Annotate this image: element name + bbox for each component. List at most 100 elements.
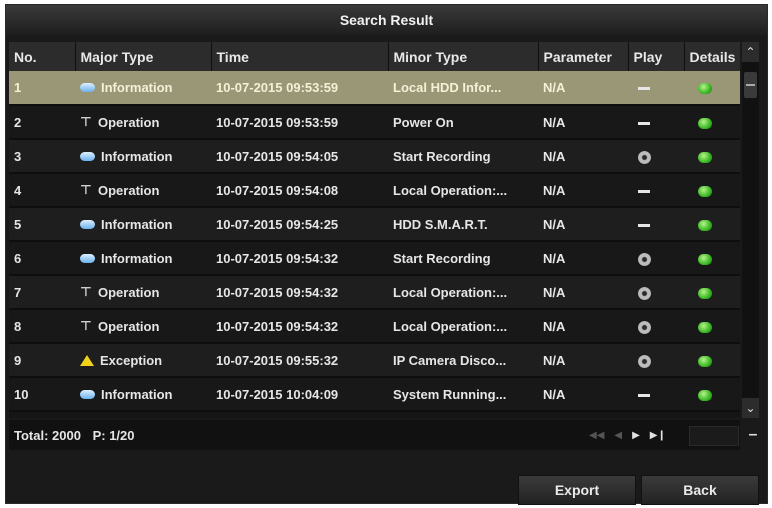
column-header-play[interactable]: Play — [628, 42, 685, 71]
table-row[interactable]: 3 Information 10-07-2015 09:54:05 Start Rec… — [9, 139, 740, 174]
cell-time: 10-07-2015 09:54:32 — [211, 241, 388, 276]
cell-time: 10-07-2015 09:54:32 — [211, 275, 388, 310]
cell-details — [684, 71, 740, 106]
major-type-label: Operation — [98, 182, 160, 198]
details-icon[interactable] — [698, 185, 712, 197]
table-row[interactable]: 6 Information 10-07-2015 09:54:32 Start Rec… — [9, 241, 740, 276]
play-camera-icon[interactable] — [638, 354, 651, 368]
cell-minor-type: System Running... — [388, 377, 538, 412]
cell-details — [684, 241, 740, 276]
column-header-no[interactable]: No. — [9, 42, 76, 71]
major-type-label: Operation — [98, 318, 160, 334]
details-icon[interactable] — [698, 83, 712, 95]
cell-time: 10-07-2015 09:55:32 — [211, 343, 388, 378]
cell-no: 4 — [9, 173, 75, 208]
play-camera-icon[interactable] — [638, 286, 651, 300]
next-page-icon[interactable]: ▶ — [632, 430, 640, 441]
details-icon[interactable] — [698, 287, 712, 299]
cell-parameter: N/A — [538, 241, 628, 276]
cell-parameter: N/A — [538, 71, 628, 106]
cell-time: 10-07-2015 09:53:59 — [211, 71, 388, 106]
cell-no: 1 — [9, 71, 75, 106]
cell-details — [684, 343, 740, 378]
table-row[interactable]: 9 Exception 10-07-2015 09:55:32 IP Camera D… — [9, 343, 740, 378]
cell-details — [684, 105, 740, 140]
major-type-label: Information — [101, 386, 173, 402]
first-page-icon[interactable]: ◀◀ — [589, 430, 604, 441]
play-camera-icon[interactable] — [638, 252, 651, 266]
operation-icon: ⊤ — [80, 182, 92, 197]
table-row[interactable]: 7 ⊤ Operation 10-07-2015 09:54:32 Local Oper… — [9, 275, 740, 310]
major-type-label: Information — [101, 250, 173, 266]
column-header-parameter[interactable]: Parameter — [538, 42, 629, 71]
previous-page-icon[interactable]: ◀ — [614, 430, 622, 441]
cell-no: 10 — [9, 377, 75, 412]
cell-parameter: N/A — [538, 343, 628, 378]
info-cloud-icon — [80, 151, 95, 161]
cell-details — [684, 139, 740, 174]
operation-icon: ⊤ — [80, 284, 92, 299]
play-camera-icon[interactable] — [638, 320, 651, 334]
last-page-icon[interactable]: ▶❙ — [650, 430, 666, 441]
cell-major-type: ⊤ Operation — [75, 275, 211, 310]
info-cloud-icon — [80, 219, 95, 229]
cell-play — [628, 343, 684, 378]
cell-details — [684, 173, 740, 208]
column-header-major-type[interactable]: Major Type — [75, 42, 212, 71]
cell-minor-type: IP Camera Disco... — [388, 343, 538, 378]
scroll-thumb[interactable] — [744, 72, 757, 98]
cell-major-type: ⊤ Operation — [75, 309, 211, 344]
cell-parameter: N/A — [538, 377, 628, 412]
details-icon[interactable] — [698, 389, 712, 401]
cell-minor-type: Local Operation:... — [388, 275, 538, 310]
total-count: Total: 2000 — [14, 427, 81, 443]
scroll-up-icon[interactable]: ⌃ — [742, 42, 759, 62]
cell-major-type: ⊤ Operation — [75, 105, 211, 140]
cell-parameter: N/A — [538, 309, 628, 344]
cell-time: 10-07-2015 09:53:59 — [211, 105, 388, 140]
operation-icon: ⊤ — [80, 114, 92, 129]
operation-icon: ⊤ — [80, 318, 92, 333]
details-icon[interactable] — [698, 117, 712, 129]
details-icon[interactable] — [698, 355, 712, 367]
export-button[interactable]: Export — [518, 475, 636, 505]
details-icon[interactable] — [698, 219, 712, 231]
table-row[interactable]: 10 Information 10-07-2015 10:04:09 System R… — [9, 377, 740, 412]
table-row[interactable]: 2 ⊤ Operation 10-07-2015 09:53:59 Power On N/… — [9, 105, 740, 140]
window-title: Search Result — [6, 5, 767, 35]
cell-play — [628, 71, 684, 106]
log-table: No. Major Type Time Minor Type Parameter… — [9, 42, 740, 418]
table-row[interactable]: 5 Information 10-07-2015 09:54:25 HDD S.M.A… — [9, 207, 740, 242]
page-jump-input[interactable] — [689, 426, 739, 446]
details-icon[interactable] — [698, 321, 712, 333]
cell-major-type: ⊤ Operation — [75, 173, 211, 208]
column-header-details[interactable]: Details — [684, 42, 740, 71]
column-header-minor-type[interactable]: Minor Type — [388, 42, 539, 71]
info-cloud-icon — [80, 253, 95, 263]
cell-minor-type: Local Operation:... — [388, 173, 538, 208]
details-icon[interactable] — [698, 151, 712, 163]
minus-icon[interactable]: – — [746, 420, 760, 450]
table-row[interactable]: 4 ⊤ Operation 10-07-2015 09:54:08 Local Oper… — [9, 173, 740, 208]
cell-parameter: N/A — [538, 139, 628, 174]
scroll-down-icon[interactable]: ⌄ — [742, 398, 759, 418]
table-footer: Total: 2000 P: 1/20 ◀◀ ◀ ▶ ▶❙ — [9, 420, 740, 450]
play-unavailable-icon — [638, 393, 650, 397]
table-row[interactable]: 8 ⊤ Operation 10-07-2015 09:54:32 Local Oper… — [9, 309, 740, 344]
vertical-scrollbar[interactable]: ⌃ ⌄ — [742, 42, 759, 418]
cell-major-type: Information — [75, 71, 211, 106]
cell-no: 3 — [9, 139, 75, 174]
back-button[interactable]: Back — [641, 475, 759, 505]
cell-major-type: Information — [75, 241, 211, 276]
cell-details — [684, 309, 740, 344]
cell-play — [628, 207, 684, 242]
cell-play — [628, 309, 684, 344]
info-cloud-icon — [80, 83, 95, 92]
play-camera-icon[interactable] — [638, 150, 651, 164]
column-header-time[interactable]: Time — [211, 42, 389, 71]
cell-play — [628, 241, 684, 276]
table-row[interactable]: 1 Information 10-07-2015 09:53:59 Local HDD… — [9, 71, 740, 106]
cell-play — [628, 173, 684, 208]
details-icon[interactable] — [698, 253, 712, 265]
play-unavailable-icon — [638, 223, 650, 227]
